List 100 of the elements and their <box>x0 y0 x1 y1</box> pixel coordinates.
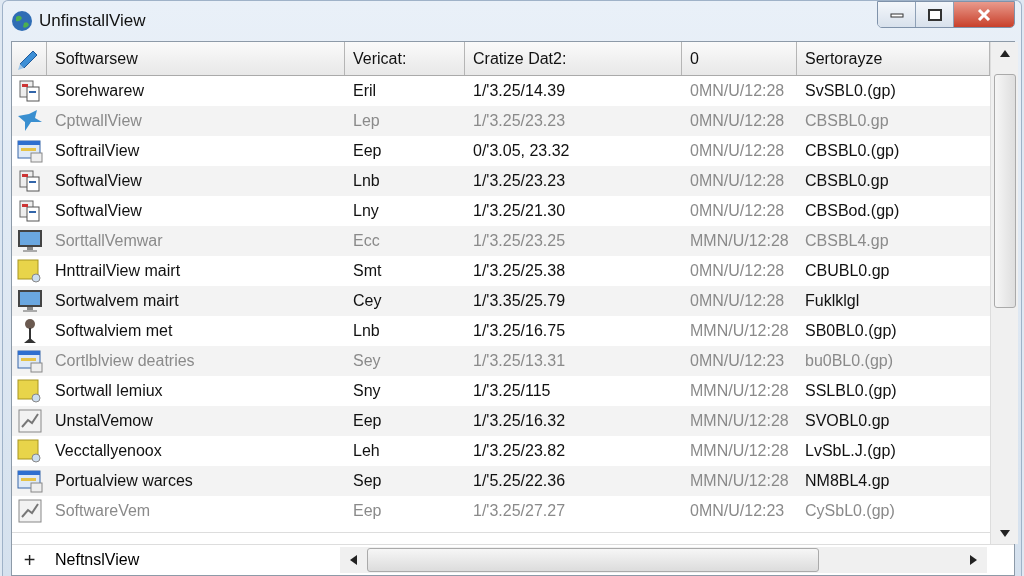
time-text: 0MN/U/12:23 <box>689 502 786 520</box>
software-name: SoftwalView <box>54 202 143 220</box>
note-icon <box>16 439 43 463</box>
date-text: 1/'3.25/21.30 <box>472 202 567 220</box>
scrollbar-thumb[interactable] <box>993 74 1016 308</box>
file-text: SvSBL0.(gp) <box>804 82 897 100</box>
version-text: Sey <box>352 352 382 370</box>
time-text: MMN/U/12:28 <box>689 472 790 490</box>
column-header[interactable]: 0 <box>682 42 797 75</box>
chart-icon <box>17 409 42 433</box>
file-text: bu0BL0.(gp) <box>804 352 895 370</box>
monitor-icon <box>16 229 43 253</box>
scroll-left-arrow-icon[interactable] <box>350 555 357 565</box>
close-button[interactable] <box>954 2 1014 27</box>
software-name: CptwallView <box>54 112 143 130</box>
file-text: CBSBod.(gp) <box>804 202 901 220</box>
software-name: SoftrailView <box>54 142 141 160</box>
software-name: HnttrailView mairt <box>54 262 182 280</box>
date-text: 0/'3.05, 23.32 <box>472 142 571 160</box>
software-name: Vecctallyenoox <box>54 442 163 460</box>
software-name: SoftwareVem <box>54 502 152 520</box>
date-text: 1/'3.25/25.38 <box>472 262 567 280</box>
version-text: Eep <box>352 412 383 430</box>
version-text: Lep <box>352 112 381 130</box>
window-icon <box>16 349 43 373</box>
file-text: CBUBL0.gp <box>804 262 891 280</box>
software-name: Sortwall lemiux <box>54 382 164 400</box>
globe-icon <box>11 10 33 32</box>
time-text: MMN/U/12:28 <box>689 412 790 430</box>
file-text: LvSbL.J.(gp) <box>804 442 897 460</box>
maximize-button[interactable] <box>916 2 954 27</box>
note-icon <box>16 379 43 403</box>
software-name: Sortwalvem mairt <box>54 292 180 310</box>
version-text: Leh <box>352 442 381 460</box>
file-text: CBSBL4.gp <box>804 232 890 250</box>
date-text: 1/'3.25/14.39 <box>472 82 567 100</box>
time-text: 0MN/U/12:28 <box>689 112 786 130</box>
scroll-right-arrow-icon[interactable] <box>970 555 977 565</box>
time-text: 0MN/U/12:28 <box>689 292 786 310</box>
maximize-icon <box>927 8 942 21</box>
file-text: NM8BL4.gp <box>804 472 891 490</box>
software-name: SorttallVemwar <box>54 232 164 250</box>
time-text: 0MN/U/12:28 <box>689 202 786 220</box>
software-name: Softwalviem met <box>54 322 174 340</box>
scrollbar-thumb[interactable] <box>367 548 819 572</box>
software-name: UnstalVemow <box>54 412 154 430</box>
scroll-down-arrow-icon[interactable] <box>999 529 1010 537</box>
date-text: 1/'3.25/16.32 <box>472 412 567 430</box>
note-icon <box>16 259 43 283</box>
files-icon <box>17 169 42 193</box>
time-text: 0MN/U/12:23 <box>689 352 786 370</box>
date-text: 1/'3.25/23.23 <box>472 112 567 130</box>
window-icon <box>16 139 43 163</box>
version-text: Lny <box>352 202 380 220</box>
version-text: Eril <box>352 82 378 100</box>
time-text: MMN/U/12:28 <box>689 322 790 340</box>
window-icon <box>16 469 43 493</box>
scroll-up-arrow-icon[interactable] <box>999 49 1010 57</box>
time-text: 0MN/U/12:28 <box>689 142 786 160</box>
version-text: Eep <box>352 502 383 520</box>
version-text: Sep <box>352 472 383 490</box>
date-text: 1/'3.25/23.82 <box>472 442 567 460</box>
expand-button[interactable]: + <box>12 548 47 572</box>
version-text: Smt <box>352 262 383 280</box>
time-text: 0MN/U/12:28 <box>689 262 786 280</box>
time-text: MMN/U/12:28 <box>689 232 790 250</box>
time-text: MMN/U/12:28 <box>689 442 790 460</box>
time-text: MMN/U/12:28 <box>689 382 790 400</box>
file-text: CBSBL0.gp <box>804 112 890 130</box>
file-text: Fuklklgl <box>804 292 861 310</box>
file-text: CySbL0.(gp) <box>804 502 896 520</box>
version-text: Sny <box>352 382 382 400</box>
date-text: 1/'3.25/115 <box>472 382 552 400</box>
version-text: Eep <box>352 142 383 160</box>
time-text: 0MN/U/12:28 <box>689 172 786 190</box>
column-header[interactable]: Vericat: <box>345 42 465 75</box>
window-title: UnfinstallView <box>39 11 146 31</box>
version-text: Ecc <box>352 232 381 250</box>
software-name: Sorehwarew <box>54 82 145 100</box>
software-name: Portualview warces <box>54 472 194 490</box>
software-name: SoftwalView <box>54 172 143 190</box>
date-text: 1/'3.25/23.25 <box>472 232 567 250</box>
file-text: SB0BL0.(gp) <box>804 322 898 340</box>
software-name: Cortlblview deatries <box>54 352 196 370</box>
files-icon <box>17 199 42 223</box>
date-text: 1/'3.25/23.23 <box>472 172 567 190</box>
time-text: 0MN/U/12:28 <box>689 82 786 100</box>
date-text: 1/'3.25/16.75 <box>472 322 567 340</box>
bird-icon <box>16 110 43 132</box>
version-text: Lnb <box>352 172 381 190</box>
monitor-icon <box>16 289 43 313</box>
column-header[interactable]: Softwarsew <box>47 42 345 75</box>
minimize-icon <box>889 11 904 18</box>
close-icon <box>977 8 991 21</box>
date-text: 1/'3.25/27.27 <box>472 502 567 520</box>
column-header[interactable]: Cratize Dat2: <box>465 42 682 75</box>
files-icon <box>17 79 42 103</box>
chart-icon <box>17 499 42 523</box>
date-text: 1/'3.25/13.31 <box>472 352 567 370</box>
file-text: CBSBL0.(gp) <box>804 142 901 160</box>
